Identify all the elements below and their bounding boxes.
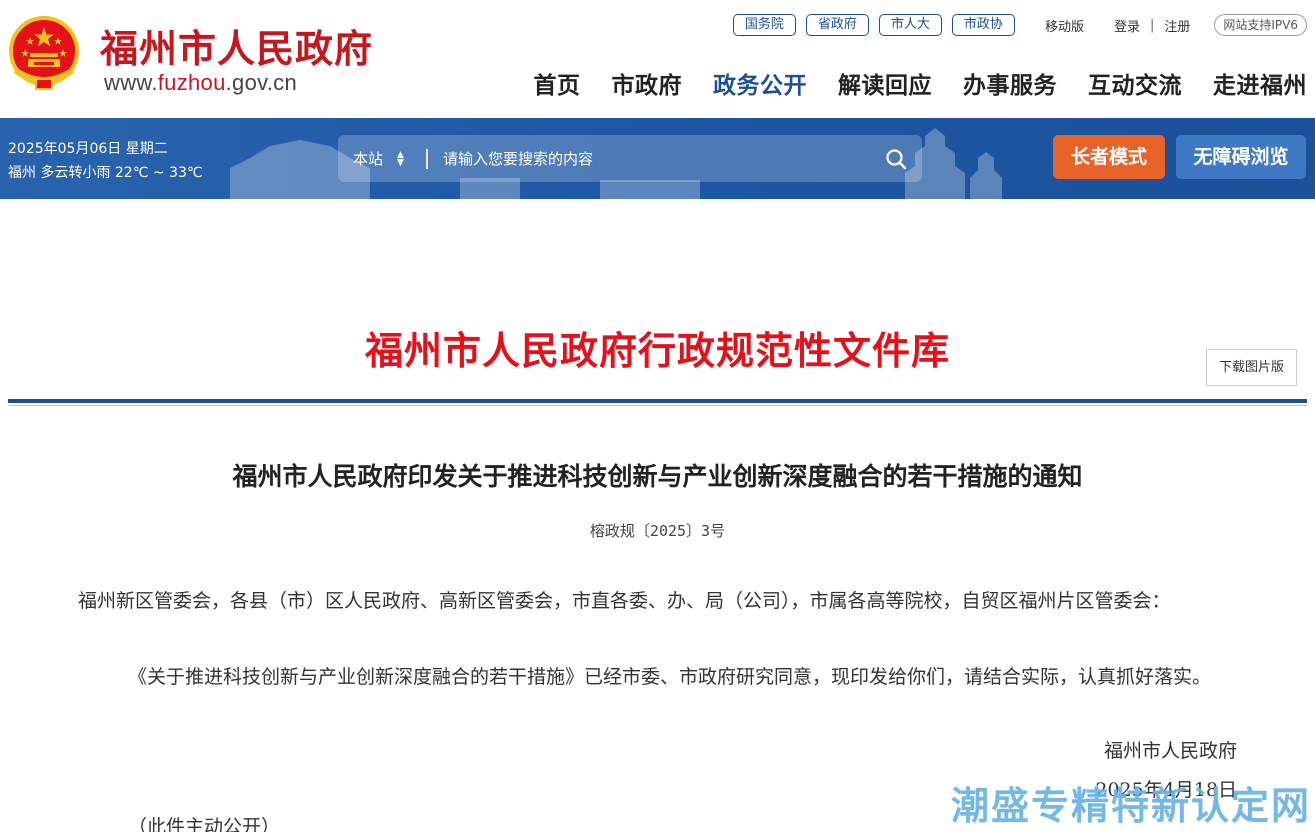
watermark-text: 潮盛专精特新认定网 — [950, 784, 1311, 828]
site-name: 福州市人民政府 — [100, 26, 374, 71]
search-input[interactable] — [428, 135, 870, 182]
mobile-version-link[interactable]: 移动版 — [1045, 16, 1084, 35]
date-weather: 2025年05月06日 星期二 福州 多云转小雨 22℃ ~ 33℃ — [8, 137, 203, 185]
ipv6-badge: 网站支持IPV6 — [1214, 14, 1307, 36]
sort-arrows-icon: ▲ ▼ — [397, 149, 404, 168]
search-scope-select[interactable]: 本站 ▲ ▼ — [338, 148, 426, 169]
addressee-paragraph: 福州新区管委会，各县（市）区人民政府、高新区管委会，市直各委、办、局（公司），市… — [78, 590, 1171, 612]
site-header: 福州市人民政府 www.fuzhou.gov.cn 国务院 省政府 市人大 市政… — [0, 0, 1315, 118]
title-divider — [8, 399, 1307, 403]
url-highlight: fuzhou — [157, 70, 226, 95]
login-register-separator: | — [1149, 17, 1155, 33]
signature-organization: 福州市人民政府 — [1103, 740, 1237, 762]
weather-info: 福州 多云转小雨 22℃ ~ 33℃ — [8, 165, 203, 181]
url-suffix: .gov.cn — [225, 70, 298, 95]
nav-services[interactable]: 办事服务 — [963, 66, 1057, 100]
register-link[interactable]: 注册 — [1164, 16, 1190, 35]
current-date: 2025年05月06日 星期二 — [8, 141, 168, 157]
link-provincial-gov[interactable]: 省政府 — [805, 14, 869, 36]
site-url[interactable]: www.fuzhou.gov.cn — [104, 70, 297, 96]
top-links: 国务院 省政府 市人大 市政协 移动版 登录 | 注册 网站支持IPV6 — [723, 13, 1307, 37]
disclosure-note: （此件主动公开） — [128, 816, 281, 832]
search-divider — [426, 148, 428, 169]
search-banner: 2025年05月06日 星期二 福州 多云转小雨 22℃ ~ 33℃ 本站 ▲ ▼… — [0, 118, 1315, 199]
nav-city-government[interactable]: 市政府 — [612, 66, 683, 100]
link-cppcc[interactable]: 市政协 — [951, 14, 1015, 36]
search-icon — [886, 148, 907, 169]
url-prefix: www. — [104, 70, 158, 95]
document-title: 福州市人民政府印发关于推进科技创新与产业创新深度融合的若干措施的通知 — [232, 462, 1083, 491]
search-scope-label: 本站 — [353, 150, 384, 168]
link-state-council[interactable]: 国务院 — [732, 14, 796, 36]
search-bar: 本站 ▲ ▼ — [338, 135, 922, 182]
main-nav: 首页 市政府 政务公开 解读回应 办事服务 互动交流 走进福州 — [503, 66, 1308, 100]
main-paragraph: 《关于推进科技创新与产业创新深度融合的若干措施》已经市委、市政府研究同意，现印发… — [128, 666, 1212, 688]
document-number: 榕政规〔2025〕3号 — [589, 522, 726, 540]
nav-home[interactable]: 首页 — [534, 66, 581, 100]
nav-government-affairs[interactable]: 政务公开 — [713, 66, 807, 100]
download-image-button[interactable]: 下载图片版 — [1206, 349, 1297, 386]
national-emblem-icon — [9, 16, 79, 90]
library-title: 福州市人民政府行政规范性文件库 — [364, 328, 950, 373]
elder-mode-button[interactable]: 长者模式 — [1053, 135, 1165, 179]
nav-about-fuzhou[interactable]: 走进福州 — [1213, 66, 1307, 100]
title-divider-thin — [8, 405, 1307, 406]
login-link[interactable]: 登录 — [1114, 16, 1140, 35]
nav-interpretation[interactable]: 解读回应 — [838, 66, 932, 100]
nav-interaction[interactable]: 互动交流 — [1088, 66, 1182, 100]
document-content: 福州市人民政府行政规范性文件库 下载图片版 福州市人民政府印发关于推进科技创新与… — [0, 199, 1315, 832]
accessibility-button[interactable]: 无障碍浏览 — [1176, 135, 1306, 179]
link-city-congress[interactable]: 市人大 — [878, 14, 942, 36]
search-button[interactable] — [870, 135, 922, 182]
